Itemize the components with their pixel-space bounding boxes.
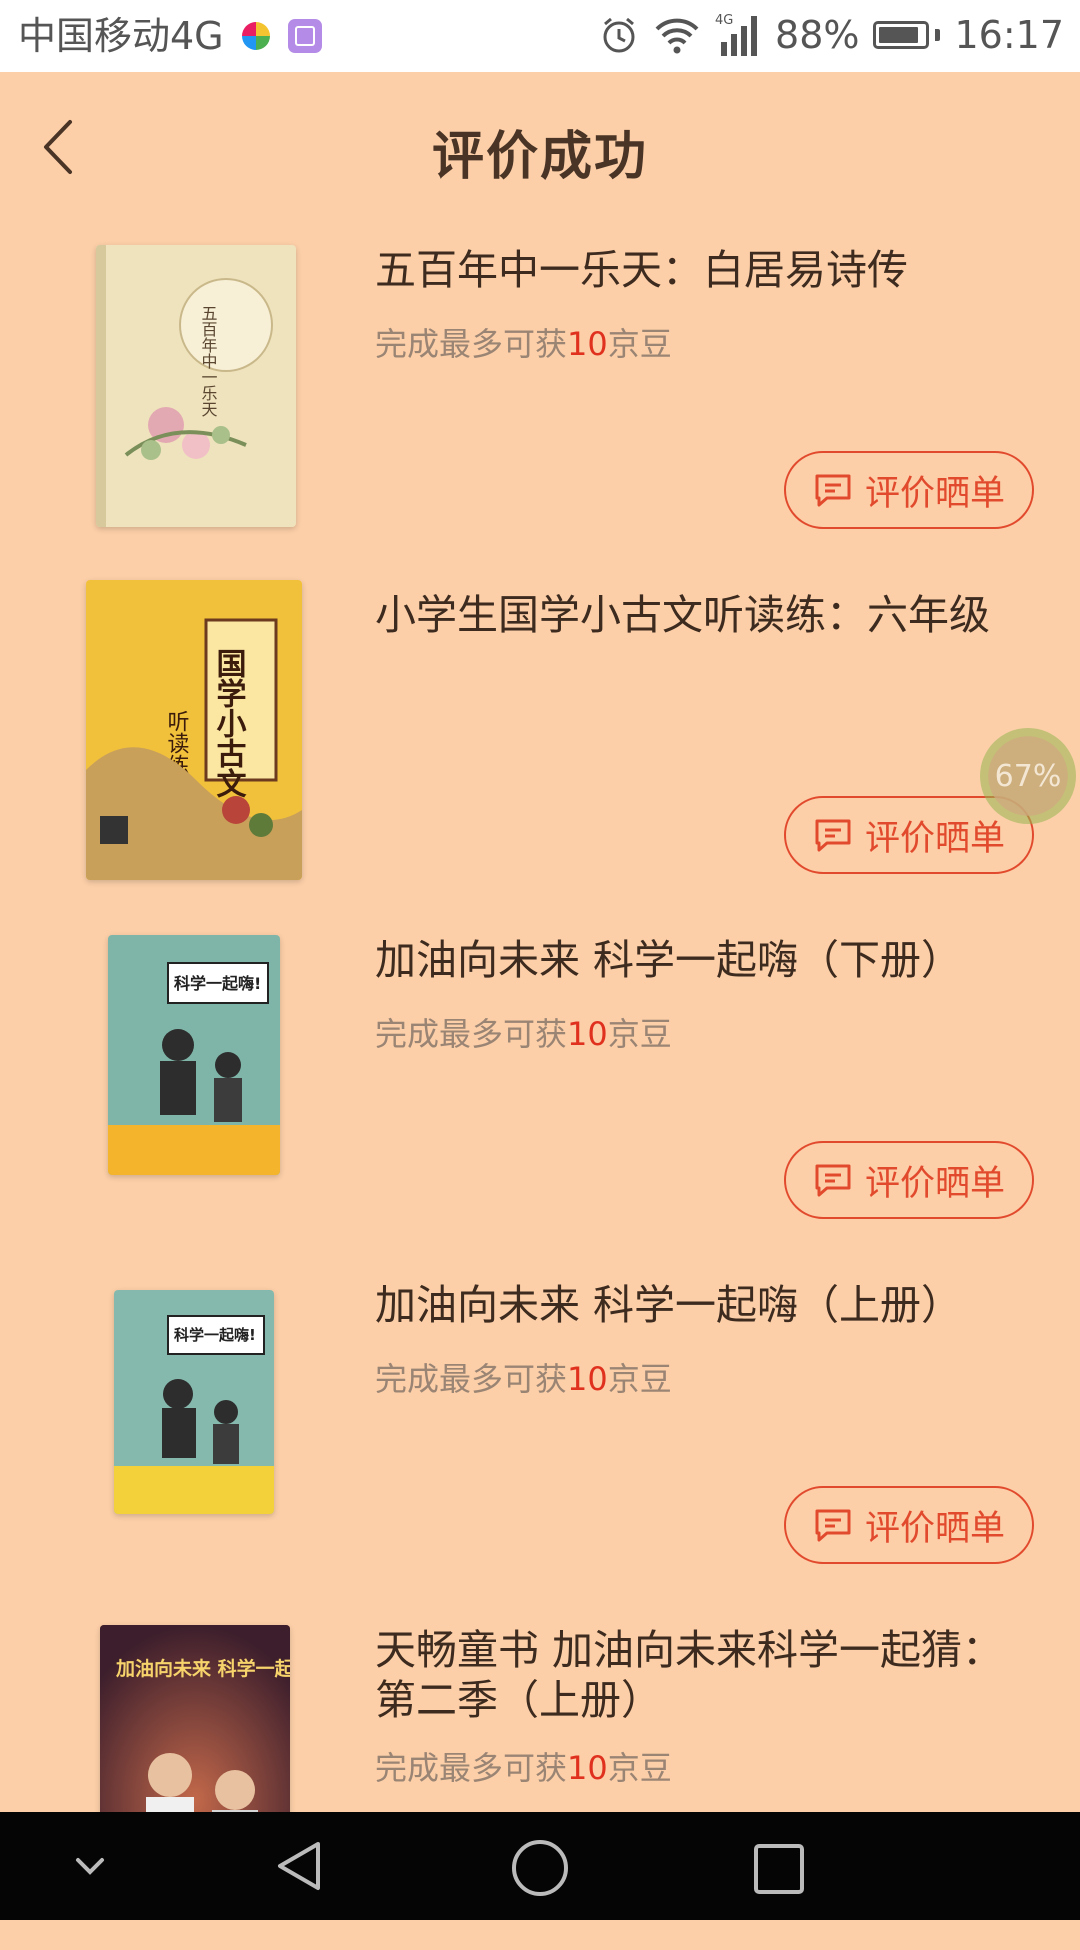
nav-recents-button[interactable] [752,1842,806,1900]
list-item: 五百年中一乐天 五百年中一乐天：白居易诗传 完成最多可获10京豆 评价晒单 [0,225,1080,570]
gallery-notification-icon [287,19,322,53]
comment-icon [815,1164,851,1197]
product-cover-image[interactable]: 国学小古文 听读练 [86,580,302,880]
wifi-icon [653,15,701,55]
floating-progress-badge[interactable]: 67% [980,728,1076,824]
comment-icon [815,474,851,507]
review-button[interactable]: 评价晒单 [784,451,1034,529]
page-title: 评价成功 [431,127,648,187]
product-title[interactable]: 五百年中一乐天：白居易诗传 [375,245,1015,295]
list-item: 科学一起嗨! 加油向未来 科学一起嗨（下册） 完成最多可获10京豆 评价晒单 [0,915,1080,1260]
product-cover-image[interactable]: 五百年中一乐天 [96,245,296,527]
svg-text:国学小古文: 国学小古文 [211,648,247,798]
review-button[interactable]: 评价晒单 [784,1141,1034,1219]
product-cover-image[interactable]: 科学一起嗨! [108,935,280,1175]
comment-icon [815,819,851,852]
alarm-icon [599,15,639,55]
chevron-down-icon [76,1858,104,1875]
carrier-label: 中国移动4G [18,14,224,58]
review-button-label: 评价晒单 [864,473,1005,514]
svg-text:科学一起嗨!: 科学一起嗨! [174,974,261,993]
product-title[interactable]: 加油向未来 科学一起嗨（下册） [375,935,1015,985]
review-button-label: 评价晒单 [864,1163,1005,1204]
review-button[interactable]: 评价晒单 [784,1486,1034,1564]
nav-hide-button[interactable] [68,1846,112,1890]
comment-icon [815,1509,851,1542]
signal-4g-icon: 4G [715,12,761,58]
battery-percent: 88% [775,13,860,57]
nav-home-button[interactable] [510,1838,570,1902]
reward-hint: 完成最多可获10京豆 [375,1360,672,1398]
svg-text:科学一起嗨!: 科学一起嗨! [174,1326,256,1344]
review-button-label: 评价晒单 [864,1508,1005,1549]
product-cover-image[interactable]: 科学一起嗨! [114,1290,274,1514]
reward-hint: 完成最多可获10京豆 [375,1749,672,1787]
nav-back-button[interactable] [272,1838,328,1898]
app-notification-icon [241,22,270,50]
product-title[interactable]: 小学生国学小古文听读练：六年级 [375,590,1015,640]
system-nav-bar [0,1812,1080,1920]
recents-square-icon [754,1844,804,1894]
svg-text:五百年中一乐天: 五百年中一乐天 [199,305,218,417]
reward-hint: 完成最多可获10京豆 [375,325,672,363]
product-list: 五百年中一乐天 五百年中一乐天：白居易诗传 完成最多可获10京豆 评价晒单 国学… [0,225,1080,1950]
home-circle-icon [512,1840,568,1896]
list-item: 国学小古文 听读练 小学生国学小古文听读练：六年级 评价晒单 [0,570,1080,915]
product-title[interactable]: 天畅童书 加油向未来科学一起猜：第二季（上册） [375,1625,1015,1725]
back-triangle-icon [278,1842,320,1890]
battery-icon [873,21,941,49]
page-header: 评价成功 [0,72,1080,222]
product-title[interactable]: 加油向未来 科学一起嗨（上册） [375,1280,1015,1330]
review-button-label: 评价晒单 [864,818,1005,859]
svg-text:加油向未来 科学一起猜: 加油向未来 科学一起猜 [115,1657,290,1680]
list-item: 科学一起嗨! 加油向未来 科学一起嗨（上册） 完成最多可获10京豆 评价晒单 [0,1260,1080,1605]
svg-text:4G: 4G [715,13,733,28]
clock: 16:17 [954,13,1064,57]
status-bar: 中国移动4G 4G 88% 16:17 [0,0,1080,72]
floating-badge-label: 67% [994,758,1062,794]
reward-hint: 完成最多可获10京豆 [375,1015,672,1053]
